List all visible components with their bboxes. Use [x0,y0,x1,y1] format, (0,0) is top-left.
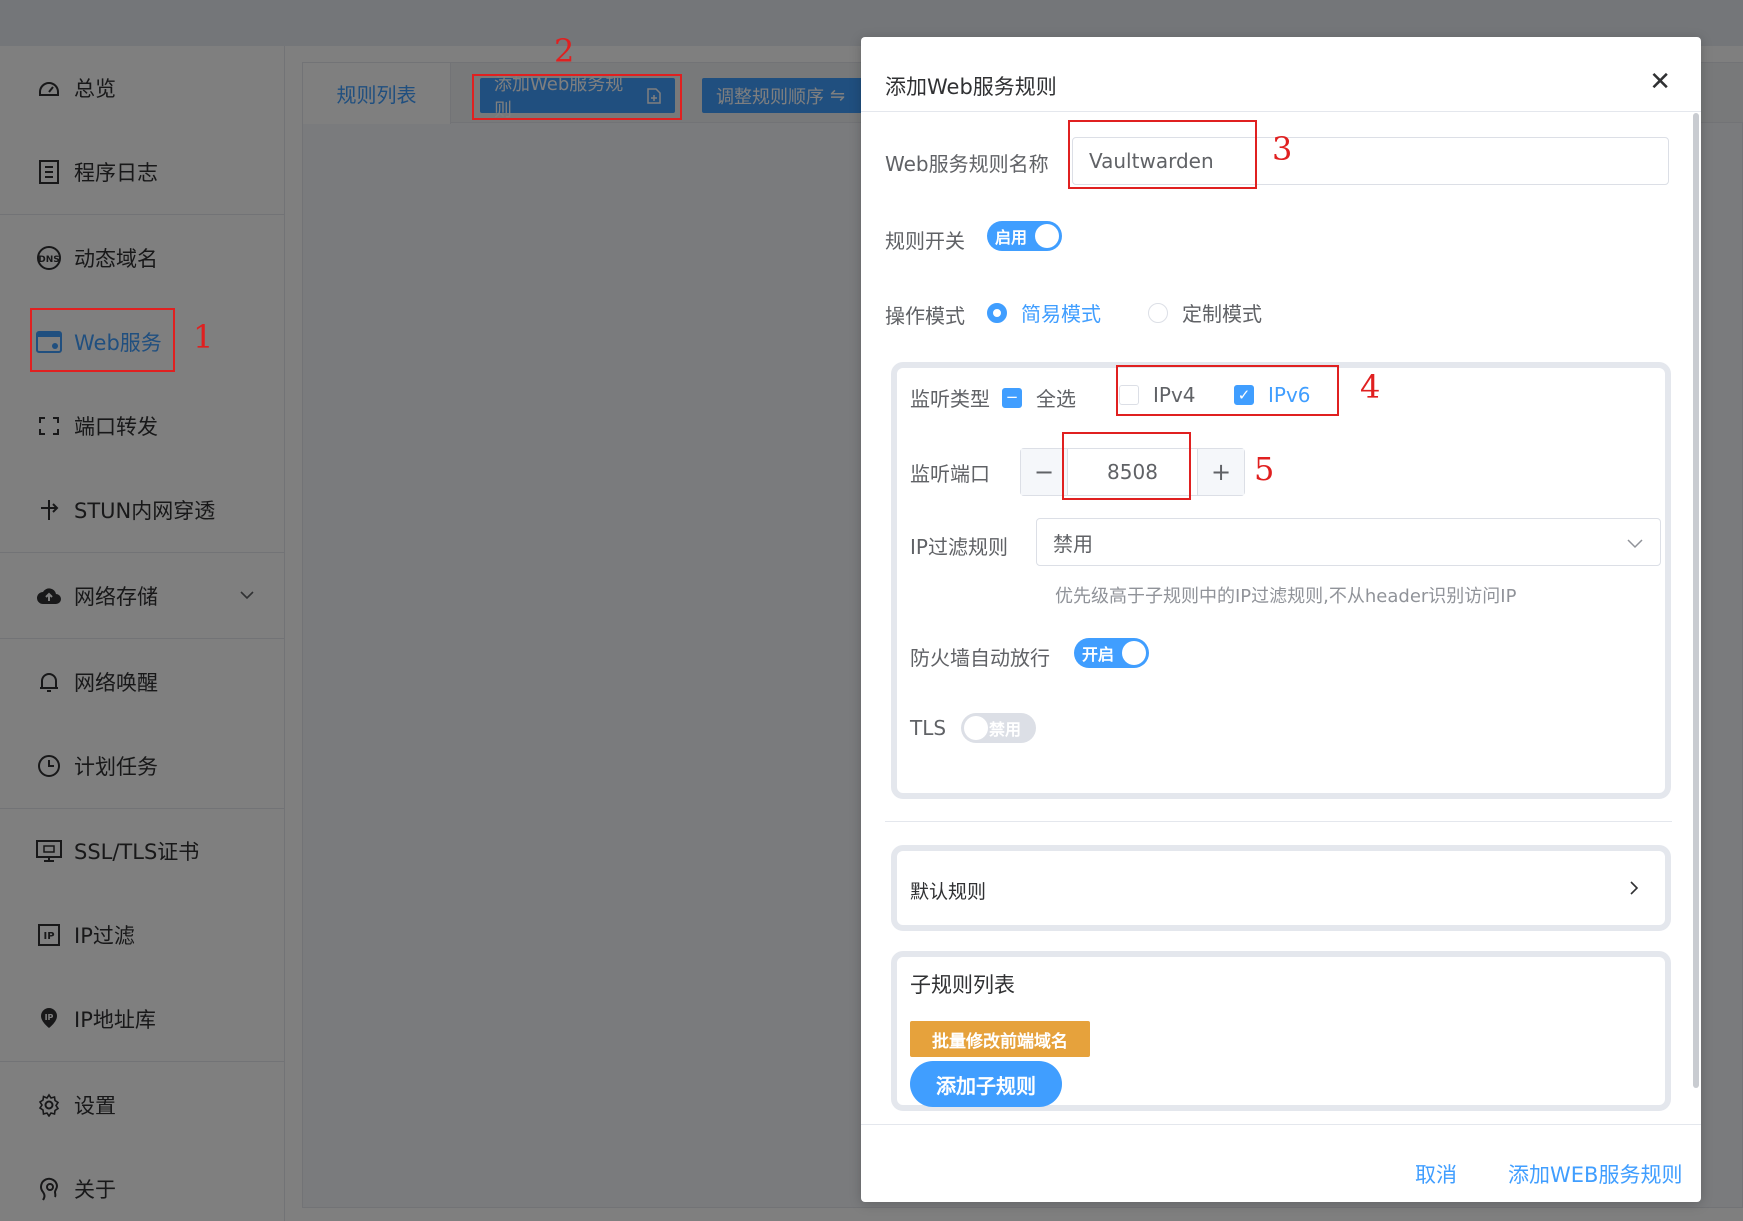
dialog-footer: 取消 添加WEB服务规则 [861,1124,1701,1202]
add-web-rule-dialog: 添加Web服务规则 ✕ Web服务规则名称 Vaultwarden 规则开关 启… [861,37,1701,1202]
annotation-number-1: 1 [193,318,214,356]
listen-port-label: 监听端口 [910,462,990,486]
dialog-header: 添加Web服务规则 ✕ [861,37,1701,112]
radio-custom-mode[interactable]: 定制模式 [1148,298,1262,327]
default-rule-card[interactable]: 默认规则 [891,845,1671,931]
default-rule-label: 默认规则 [910,881,987,903]
firewall-toggle[interactable]: 开启 [1074,638,1149,668]
rule-switch-toggle[interactable]: 启用 [987,221,1062,251]
ip-filter-label: IP过滤规则 [910,535,1008,559]
subrules-card: 子规则列表 批量修改前端域名 添加子规则 [891,951,1671,1111]
batch-edit-domain-button[interactable]: 批量修改前端域名 [910,1021,1090,1057]
radio-circle [987,302,1007,323]
annotation-number-5: 5 [1254,450,1275,488]
chevron-right-icon [1627,879,1641,901]
cancel-button[interactable]: 取消 [1415,1159,1457,1189]
indeterminate-icon: − [1002,387,1022,408]
rule-switch-label: 规则开关 [885,229,965,253]
select-all-checkbox[interactable]: − 全选 [1002,383,1076,412]
confirm-add-button[interactable]: 添加WEB服务规则 [1508,1159,1682,1189]
switch-knob [964,716,988,740]
chevron-down-icon [1626,533,1644,557]
annotation-number-4: 4 [1360,368,1381,406]
switch-knob [1122,641,1146,665]
annotation-box-4 [1116,365,1339,416]
close-icon[interactable]: ✕ [1649,69,1671,95]
rule-name-label: Web服务规则名称 [885,152,1049,176]
section-divider [885,821,1672,822]
radio-simple-mode[interactable]: 简易模式 [987,298,1101,327]
add-subrule-button[interactable]: 添加子规则 [910,1061,1062,1107]
annotation-box-2 [472,74,682,120]
ip-filter-hint: 优先级高于子规则中的IP过滤规则,不从header识别访问IP [1055,586,1517,607]
annotation-number-2: 2 [554,32,575,70]
annotation-box-1 [30,308,175,372]
dialog-title: 添加Web服务规则 [885,75,1057,99]
subrules-title: 子规则列表 [910,973,1015,997]
mode-label: 操作模式 [885,304,965,328]
decrement-button[interactable]: − [1021,449,1067,495]
tls-toggle[interactable]: 禁用 [961,713,1036,743]
annotation-number-3: 3 [1272,130,1293,168]
scrollbar[interactable] [1693,113,1699,1088]
listen-settings-card: 监听类型 − 全选 IPv4 ✓ IPv6 监听端口 − 8508 + IP过滤… [891,362,1671,799]
radio-circle [1148,302,1168,323]
annotation-box-3 [1068,120,1257,189]
increment-button[interactable]: + [1198,449,1244,495]
listen-type-label: 监听类型 [910,387,990,411]
annotation-box-5 [1062,432,1191,500]
switch-knob [1035,224,1059,248]
tls-label: TLS [910,716,947,740]
ip-filter-select[interactable]: 禁用 [1036,518,1661,566]
firewall-label: 防火墙自动放行 [910,646,1050,670]
